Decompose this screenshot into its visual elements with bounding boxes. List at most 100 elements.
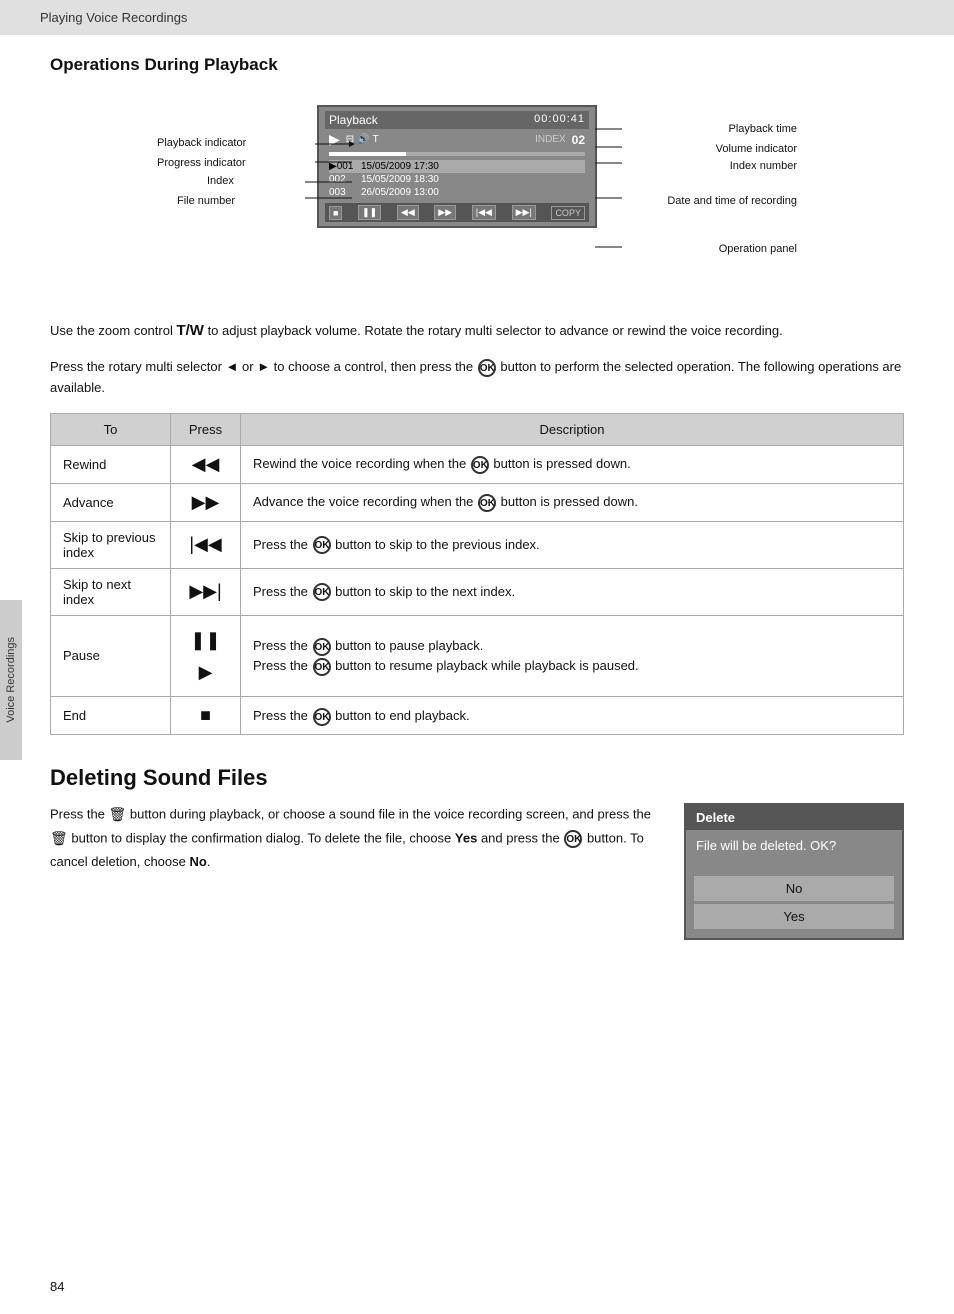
td-press-skip-prev: |◀◀ — [171, 521, 241, 568]
ok-icon-skip-next: OK — [313, 583, 331, 601]
pb-progress-bar — [329, 152, 585, 156]
table-row: Skip to previous index |◀◀ Press the OK … — [51, 521, 904, 568]
pb-op-stop: ■ — [329, 206, 342, 220]
td-to-pause: Pause — [51, 615, 171, 697]
label-progress-indicator: Progress indicator — [157, 157, 246, 169]
td-to-skip-next: Skip to next index — [51, 568, 171, 615]
pb-file-date-3: 26/05/2009 13:00 — [361, 187, 439, 198]
pb-ops: ■ ❚❚ ◀◀ ▶▶ |◀◀ ▶▶| COPY — [325, 203, 589, 222]
pb-files: ▶001 15/05/2009 17:30 002 15/05/2009 18:… — [325, 158, 589, 201]
pb-icon-rw: ⊟ — [346, 134, 354, 145]
ok-icon-end: OK — [313, 708, 331, 726]
side-tab: Voice Recordings — [0, 600, 22, 760]
delete-dialog-btn-yes[interactable]: Yes — [694, 904, 894, 929]
pb-time: 00:00:41 — [534, 113, 585, 127]
pb-play-icon: ▶ — [329, 131, 340, 148]
label-operation-panel: Operation panel — [719, 243, 797, 255]
td-desc-skip-prev: Press the OK button to skip to the previ… — [241, 521, 904, 568]
label-file-number: File number — [177, 195, 235, 207]
td-desc-skip-next: Press the OK button to skip to the next … — [241, 568, 904, 615]
td-press-pause: ❚❚▶ — [171, 615, 241, 697]
trash-icon-2: 🗑 — [50, 827, 68, 851]
ok-icon-pause1: OK — [313, 638, 331, 656]
label-playback-indicator: Playback indicator — [157, 137, 246, 149]
td-press-rewind: ◀◀ — [171, 445, 241, 483]
delete-dialog-header: Delete — [686, 805, 902, 830]
top-bar: Playing Voice Recordings — [0, 0, 954, 35]
table-row: Rewind ◀◀ Rewind the voice recording whe… — [51, 445, 904, 483]
desc-text-2: Press the rotary multi selector ◄ or ► t… — [50, 357, 904, 399]
pb-file-num-3: 003 — [329, 187, 353, 198]
pb-row1: ▶ ⊟ 🔊 T INDEX 02 — [325, 129, 589, 150]
pb-file-row-1: ▶001 15/05/2009 17:30 — [329, 160, 585, 173]
main-content: Operations During Playback Playback indi… — [0, 35, 954, 970]
label-date-time: Date and time of recording — [667, 195, 797, 207]
pb-op-rw: ◀◀ — [397, 205, 419, 220]
pb-op-prev: |◀◀ — [472, 205, 496, 220]
delete-section: Deleting Sound Files Press the 🗑 button … — [50, 765, 904, 940]
section1-heading: Operations During Playback — [50, 55, 904, 75]
th-to: To — [51, 413, 171, 445]
delete-dialog-msg: File will be deleted. OK? — [686, 830, 902, 873]
table-row: Pause ❚❚▶ Press the OK button to pause p… — [51, 615, 904, 697]
label-volume-indicator: Volume indicator — [716, 143, 797, 155]
pb-header: Playback 00:00:41 — [325, 111, 589, 129]
ok-icon-delete: OK — [564, 830, 582, 848]
pb-file-date-1: 15/05/2009 17:30 — [361, 161, 439, 172]
table-row: Skip to next index ▶▶| Press the OK butt… — [51, 568, 904, 615]
table-row: End ■ Press the OK button to end playbac… — [51, 697, 904, 735]
side-tab-label: Voice Recordings — [5, 637, 17, 723]
td-to-advance: Advance — [51, 483, 171, 521]
trash-icon-1: 🗑 — [109, 803, 127, 827]
label-index: Index — [207, 175, 234, 187]
th-press: Press — [171, 413, 241, 445]
delete-dialog: Delete File will be deleted. OK? No Yes — [684, 803, 904, 940]
table-row: Advance ▶▶ Advance the voice recording w… — [51, 483, 904, 521]
delete-dialog-btn-no[interactable]: No — [694, 876, 894, 901]
td-to-rewind: Rewind — [51, 445, 171, 483]
delete-content: Press the 🗑 button during playback, or c… — [50, 803, 904, 940]
pb-icon-vol: 🔊 — [357, 134, 369, 145]
pb-file-num-1: ▶001 — [329, 161, 353, 172]
td-press-skip-next: ▶▶| — [171, 568, 241, 615]
diagram-container: Playback indicator Progress indicator In… — [157, 95, 797, 295]
pb-icon-t: T — [373, 134, 379, 145]
pb-copy: COPY — [551, 206, 585, 220]
ok-icon-inline1: OK — [478, 359, 496, 377]
page-number: 84 — [50, 1279, 64, 1294]
td-desc-rewind: Rewind the voice recording when the OK b… — [241, 445, 904, 483]
page: Playing Voice Recordings Voice Recording… — [0, 0, 954, 1314]
td-press-end: ■ — [171, 697, 241, 735]
pb-op-ff: ▶▶ — [434, 205, 456, 220]
td-desc-pause: Press the OK button to pause playback.Pr… — [241, 615, 904, 697]
label-index-number: Index number — [730, 160, 797, 172]
pb-file-row-2: 002 15/05/2009 18:30 — [329, 173, 585, 186]
ok-icon-rewind: OK — [471, 456, 489, 474]
pb-op-next: ▶▶| — [512, 205, 536, 220]
ok-icon-pause2: OK — [313, 658, 331, 676]
td-desc-advance: Advance the voice recording when the OK … — [241, 483, 904, 521]
playback-screen: Playback 00:00:41 ▶ ⊟ 🔊 T INDEX 02 — [317, 105, 597, 228]
td-press-advance: ▶▶ — [171, 483, 241, 521]
top-bar-title: Playing Voice Recordings — [40, 10, 187, 25]
operations-table: To Press Description Rewind ◀◀ Rewind th… — [50, 413, 904, 736]
td-to-end: End — [51, 697, 171, 735]
pb-index-label: INDEX — [535, 134, 566, 145]
diagram-area: Playback indicator Progress indicator In… — [50, 95, 904, 295]
table-header-row: To Press Description — [51, 413, 904, 445]
ok-icon-skip-prev: OK — [313, 536, 331, 554]
pb-progress-fill — [329, 152, 406, 156]
pb-file-num-2: 002 — [329, 174, 353, 185]
pb-file-date-2: 15/05/2009 18:30 — [361, 174, 439, 185]
pb-index-num: 02 — [572, 133, 585, 147]
desc-text-1: Use the zoom control T/W to adjust playb… — [50, 319, 904, 343]
label-playback-time: Playback time — [729, 123, 797, 135]
pb-file-row-3: 003 26/05/2009 13:00 — [329, 186, 585, 199]
pb-title: Playback — [329, 113, 378, 127]
delete-heading: Deleting Sound Files — [50, 765, 904, 791]
td-to-skip-prev: Skip to previous index — [51, 521, 171, 568]
th-desc: Description — [241, 413, 904, 445]
pb-op-pause: ❚❚ — [358, 205, 381, 220]
ok-icon-advance: OK — [478, 494, 496, 512]
td-desc-end: Press the OK button to end playback. — [241, 697, 904, 735]
